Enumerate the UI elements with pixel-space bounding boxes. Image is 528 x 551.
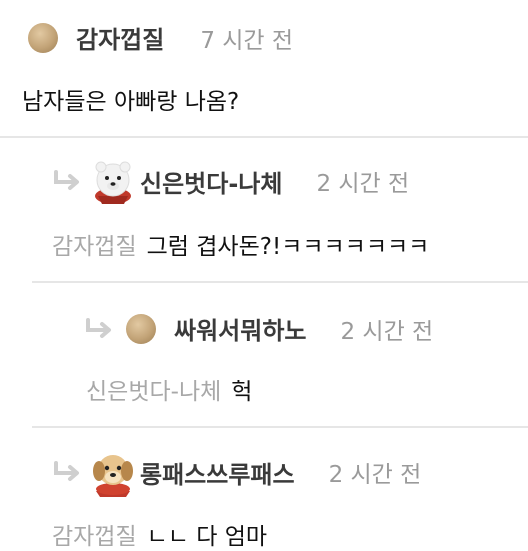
comment-header: 감자껍질 7 시간 전 bbox=[28, 20, 293, 55]
comment-body: 신은벗다-나체 헉 bbox=[86, 372, 252, 406]
comment-time: 2 시간 전 bbox=[328, 462, 422, 488]
comment-time: 7 시간 전 bbox=[200, 27, 294, 54]
comment-author[interactable]: 신은벗다-나체 bbox=[140, 164, 282, 199]
polar-bear-avatar-icon[interactable] bbox=[88, 156, 138, 206]
comment-time: 2 시간 전 bbox=[316, 171, 410, 197]
comment-text: 남자들은 아빠랑 나옴? bbox=[22, 89, 240, 115]
mention-link[interactable]: 감자껍질 bbox=[52, 234, 137, 260]
comment-author[interactable]: 싸워서뭐하노 bbox=[174, 311, 306, 346]
comment-header: 싸워서뭐하노 2 시간 전 bbox=[84, 311, 433, 346]
comment-author[interactable]: 롱패스쓰루패스 bbox=[140, 455, 295, 490]
potato-avatar-icon[interactable] bbox=[28, 22, 58, 53]
comment-header: 신은벗다-나체 2 시간 전 bbox=[52, 156, 409, 206]
comment-body: 감자껍질 ㄴㄴ 다 엄마 bbox=[52, 517, 267, 551]
reply-arrow-icon bbox=[86, 317, 111, 338]
mention-link[interactable]: 신은벗다-나체 bbox=[86, 379, 221, 405]
comment-divider bbox=[32, 426, 528, 428]
comment-body: 감자껍질 그럼 겹사돈?!ㅋㅋㅋㅋㅋㅋㅋ bbox=[52, 227, 429, 261]
comment-text: ㄴㄴ 다 엄마 bbox=[146, 524, 268, 550]
comment-divider bbox=[32, 281, 528, 283]
mention-link[interactable]: 감자껍질 bbox=[52, 524, 137, 550]
comment-text: 헉 bbox=[231, 379, 253, 405]
comment-body: 남자들은 아빠랑 나옴? bbox=[22, 82, 239, 116]
reply-arrow-icon bbox=[54, 461, 79, 481]
comment-header: 롱패스쓰루패스 2 시간 전 bbox=[52, 447, 421, 497]
comment-author[interactable]: 감자껍질 bbox=[76, 20, 164, 55]
comment-time: 2 시간 전 bbox=[340, 318, 434, 345]
puppy-avatar-icon[interactable] bbox=[88, 447, 138, 497]
potato-avatar-icon[interactable] bbox=[126, 313, 156, 344]
comment-text: 그럼 겹사돈?!ㅋㅋㅋㅋㅋㅋㅋ bbox=[146, 234, 430, 260]
reply-arrow-icon bbox=[54, 170, 79, 190]
comment-divider bbox=[0, 136, 528, 138]
